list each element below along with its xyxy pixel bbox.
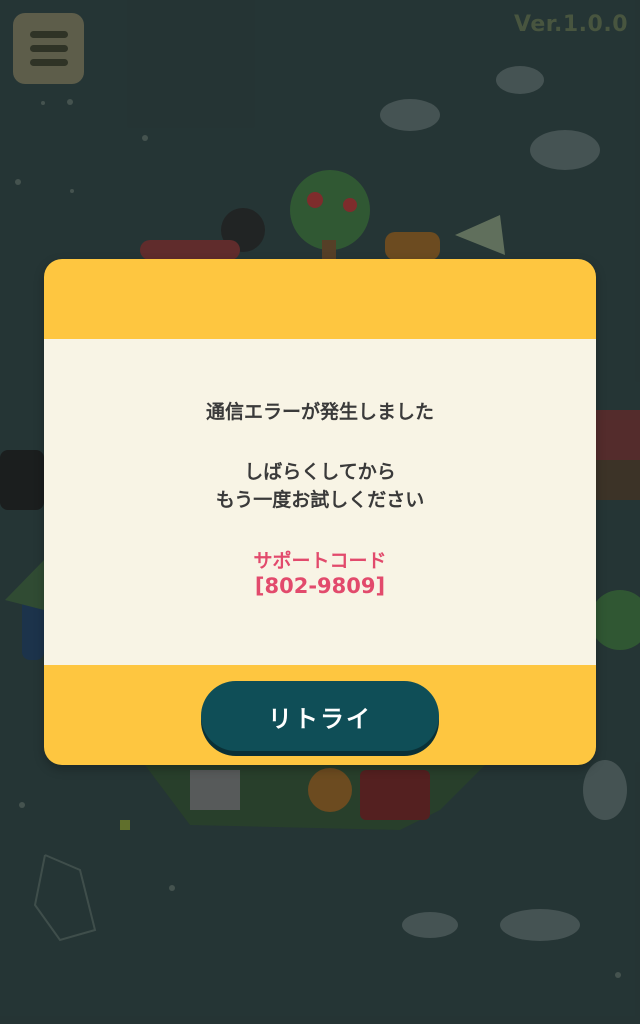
support-code-value: [802-9809] xyxy=(254,574,386,598)
support-code-label: サポートコード xyxy=(253,550,387,572)
retry-button[interactable]: リトライ xyxy=(201,681,439,751)
error-message-panel: 通信エラーが発生しました しばらくしてから もう一度お試しください サポートコー… xyxy=(44,339,596,665)
hamburger-menu-icon-bar xyxy=(29,45,68,52)
error-dialog: 通信エラーが発生しました しばらくしてから もう一度お試しください サポートコー… xyxy=(44,259,596,765)
error-message-line: しばらくしてから xyxy=(244,461,396,483)
hamburger-menu-icon-bar xyxy=(29,59,68,66)
error-message-title: 通信エラーが発生しました xyxy=(205,401,434,423)
app-screen: Ver.1.0.0 通信エラーが発生しました しばらくしてから もう一度お試しく… xyxy=(0,0,640,1024)
hamburger-menu-icon xyxy=(29,31,68,38)
version-label: Ver.1.0.0 xyxy=(514,12,628,37)
hamburger-menu-button[interactable] xyxy=(13,13,84,84)
error-message-line: もう一度お試しください xyxy=(215,489,425,511)
